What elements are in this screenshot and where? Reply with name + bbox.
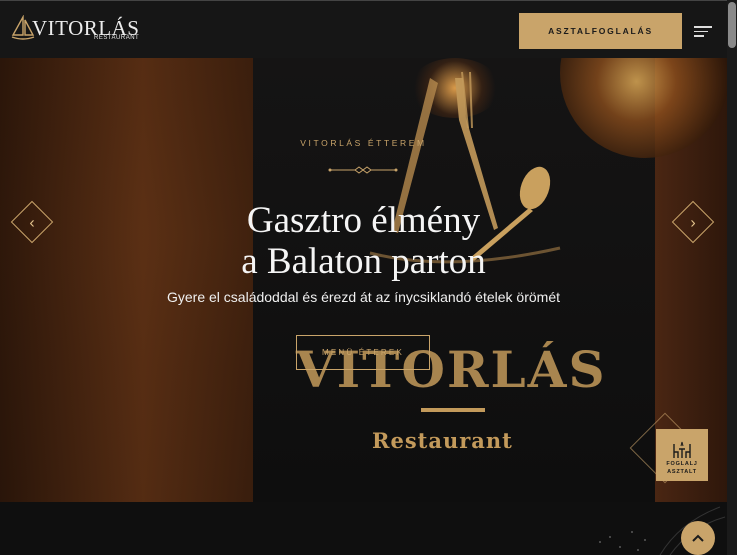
book-table-label: FOGLALJ ASZTALT [666, 460, 697, 476]
table-booking-button[interactable]: ASZTALFOGLALÁS [519, 13, 682, 49]
hamburger-icon[interactable] [694, 26, 712, 37]
logo-subtitle: RESTAURANT [94, 35, 140, 41]
book-line-2: ASZTALT [667, 469, 697, 475]
hero-headline: Gasztro élmény a Balaton parton [0, 200, 727, 282]
scroll-to-top-button[interactable] [681, 521, 715, 555]
book-line-1: FOGLALJ [666, 461, 698, 467]
chevron-up-icon [692, 534, 704, 542]
hero-slider: VITORLÁS ÉTTEREM VITORLÁS Restaurant Gas… [0, 58, 727, 502]
sign-divider [421, 408, 485, 412]
restaurant-sign-sub: Restaurant [372, 428, 513, 453]
next-section [0, 502, 727, 555]
hero-subline: Gyere el családoddal és érezd át az ínyc… [167, 289, 560, 305]
hero-kicker: VITORLÁS ÉTTEREM [300, 138, 427, 148]
ornament-divider-icon [328, 166, 398, 174]
menu-button[interactable]: MENÜ ÉTEREK [296, 335, 430, 370]
site-header: VITORLÁS RESTAURANT ASZTALFOGLALÁS [0, 0, 727, 58]
chevron-left-icon: ‹ [29, 214, 35, 232]
logo[interactable]: VITORLÁS RESTAURANT [10, 15, 139, 45]
scrollbar-thumb[interactable] [728, 2, 736, 48]
page-scrollbar[interactable] [727, 0, 737, 555]
book-table-widget[interactable]: FOGLALJ ASZTALT [656, 429, 708, 481]
chevron-right-icon: › [690, 214, 696, 232]
headline-line-2: a Balaton parton [241, 241, 486, 282]
table-chairs-icon [673, 441, 691, 458]
headline-line-1: Gasztro élmény [246, 200, 481, 241]
